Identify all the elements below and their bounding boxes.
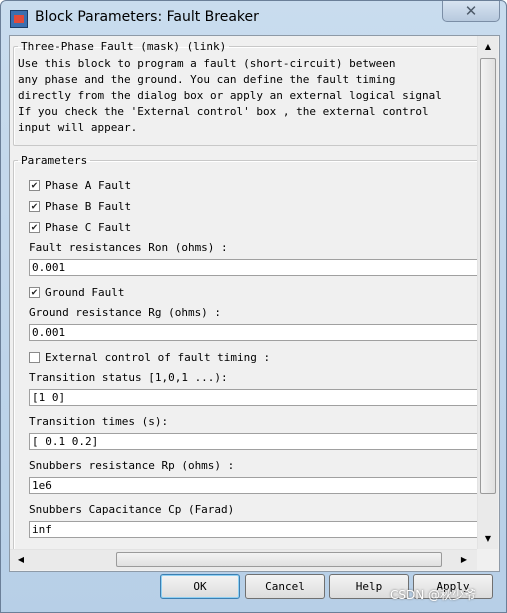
snubber-capacitance-input[interactable]: inf — [29, 521, 477, 538]
transition-status-label: Transition status [1,0,1 ...): — [29, 371, 228, 384]
dialog-window: Block Parameters: Fault Breaker ✕ Three-… — [0, 0, 507, 613]
snubber-resistance-input[interactable]: 1e6 — [29, 477, 477, 494]
arrow-down-icon: ▼ — [484, 534, 492, 543]
title-bar[interactable]: Block Parameters: Fault Breaker ✕ — [1, 1, 506, 35]
external-control-label: External control of fault timing : — [45, 350, 271, 364]
ground-fault-label: Ground Fault — [45, 285, 125, 299]
csdn-watermark: CSDN @秋少爷 — [390, 588, 477, 602]
phase-b-fault-option[interactable]: ✔ Phase B Fault — [29, 198, 131, 214]
mask-description-text: Use this block to program a fault (short… — [18, 57, 442, 134]
parameters-legend: Parameters — [21, 154, 88, 167]
phase-a-fault-label: Phase A Fault — [45, 178, 132, 192]
scroll-up-button[interactable]: ▲ — [479, 38, 497, 55]
phase-c-fault-checkbox[interactable]: ✔ — [29, 221, 40, 233]
transition-times-label: Transition times (s): — [29, 415, 169, 428]
scroll-down-button[interactable]: ▼ — [479, 530, 497, 547]
close-button[interactable]: ✕ — [442, 1, 500, 22]
phase-b-fault-checkbox[interactable]: ✔ — [29, 200, 40, 212]
fault-resistance-label: Fault resistances Ron (ohms) : — [29, 241, 228, 254]
snubber-capacitance-label: Snubbers Capacitance Cp (Farad) — [29, 503, 235, 516]
dialog-client-area: Three-Phase Fault (mask) (link) Use this… — [9, 35, 500, 572]
scroll-right-button[interactable]: ▶ — [455, 551, 473, 568]
simulink-block-icon — [10, 10, 28, 28]
scroll-left-button[interactable]: ◀ — [12, 551, 30, 568]
ok-button[interactable]: OK — [160, 574, 240, 599]
window-title: Block Parameters: Fault Breaker — [35, 9, 259, 25]
transition-times-input[interactable]: [ 0.1 0.2] — [29, 433, 477, 450]
phase-b-fault-label: Phase B Fault — [45, 199, 132, 213]
scrollable-content: Three-Phase Fault (mask) (link) Use this… — [10, 36, 477, 549]
arrow-up-icon: ▲ — [484, 42, 492, 51]
external-control-option[interactable]: External control of fault timing : — [29, 349, 270, 365]
horizontal-scroll-thumb[interactable] — [116, 552, 442, 567]
snubber-resistance-label: Snubbers resistance Rp (ohms) : — [29, 459, 235, 472]
phase-c-fault-option[interactable]: ✔ Phase C Fault — [29, 219, 131, 235]
phase-c-fault-label: Phase C Fault — [45, 220, 132, 234]
mask-legend: Three-Phase Fault (mask) (link) — [21, 40, 227, 53]
external-control-checkbox[interactable] — [29, 351, 40, 363]
ground-resistance-input[interactable]: 0.001 — [29, 324, 477, 341]
close-icon: ✕ — [464, 2, 478, 20]
horizontal-scrollbar[interactable]: ◀ ▶ — [10, 549, 477, 570]
cancel-button[interactable]: Cancel — [245, 574, 325, 599]
fault-resistance-input[interactable]: 0.001 — [29, 259, 477, 276]
ground-fault-option[interactable]: ✔ Ground Fault — [29, 284, 124, 300]
phase-a-fault-option[interactable]: ✔ Phase A Fault — [29, 177, 131, 193]
arrow-right-icon: ▶ — [460, 555, 468, 564]
ground-fault-checkbox[interactable]: ✔ — [29, 286, 40, 298]
phase-a-fault-checkbox[interactable]: ✔ — [29, 179, 40, 191]
vertical-scroll-thumb[interactable] — [480, 58, 496, 494]
ground-resistance-label: Ground resistance Rg (ohms) : — [29, 306, 222, 319]
transition-status-input[interactable]: [1 0] — [29, 389, 477, 406]
vertical-scrollbar[interactable]: ▲ ▼ — [477, 36, 498, 549]
arrow-left-icon: ◀ — [17, 555, 25, 564]
